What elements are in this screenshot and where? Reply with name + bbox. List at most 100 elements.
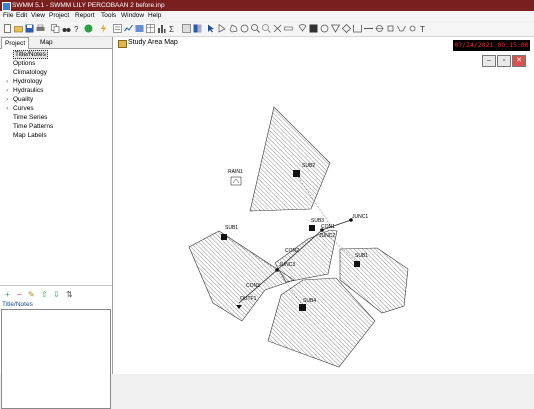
zoom-in-icon[interactable] bbox=[251, 24, 260, 33]
copy-icon[interactable] bbox=[51, 24, 60, 33]
map-canvas[interactable]: RAIN1 SUB2 SUB1 SUB3 SUB4 SUB1 JUNC1 JUN… bbox=[113, 67, 534, 374]
label-icon[interactable]: T bbox=[419, 24, 428, 33]
map-window-title-bar[interactable]: Study Area Map 07/24/2021 00:15:00 – ▫ ✕ bbox=[113, 37, 534, 67]
tree-item-options[interactable]: Options bbox=[6, 59, 35, 68]
label-sub1-right: SUB1 bbox=[355, 253, 368, 259]
app-title-bar[interactable]: SWMM 5.1 - SWMM LILY PERCOBAAN 2 before.… bbox=[0, 0, 534, 11]
move-up-icon[interactable]: ⇧ bbox=[41, 289, 48, 301]
subcatchment-sub4-marker[interactable] bbox=[299, 304, 306, 311]
select-pointer-icon[interactable] bbox=[207, 24, 216, 33]
select-vertex-icon[interactable] bbox=[218, 24, 227, 33]
label-con1: CON1 bbox=[321, 224, 335, 230]
maximize-button[interactable]: ▫ bbox=[497, 55, 511, 67]
expand-chevron-icon[interactable]: › bbox=[6, 104, 13, 113]
menu-bar: File Edit View Project Report Tools Wind… bbox=[0, 11, 534, 21]
junction-junc3-node[interactable] bbox=[275, 268, 279, 272]
lightning-icon[interactable] bbox=[99, 24, 108, 33]
outfall-icon[interactable] bbox=[331, 24, 340, 33]
tree-item-hydraulics[interactable]: › Hydraulics bbox=[6, 86, 43, 95]
menu-help[interactable]: Help bbox=[148, 11, 161, 21]
tree-item-label: Time Series bbox=[13, 114, 48, 121]
expand-chevron-icon[interactable]: › bbox=[6, 86, 13, 95]
subcatchment-sub2-area[interactable] bbox=[249, 106, 331, 212]
map-window-icon bbox=[118, 40, 127, 48]
junction-icon[interactable] bbox=[320, 24, 329, 33]
zoom-out-icon[interactable] bbox=[262, 24, 271, 33]
tree-item-label: Title/Notes bbox=[13, 50, 48, 59]
profile-icon[interactable] bbox=[135, 24, 144, 33]
menu-view[interactable]: View bbox=[31, 11, 45, 21]
subcatchment-sub1-right-marker[interactable] bbox=[354, 261, 360, 267]
subcatchment-sub2-marker[interactable] bbox=[293, 170, 300, 177]
tree-item-time-patterns[interactable]: Time Patterns bbox=[6, 122, 53, 131]
report-icon[interactable] bbox=[113, 24, 122, 33]
sort-icon[interactable]: ⇅ bbox=[66, 289, 73, 301]
orifice-icon[interactable] bbox=[386, 24, 395, 33]
tab-project[interactable]: Project bbox=[1, 37, 30, 49]
map-window-title: Study Area Map bbox=[128, 39, 178, 46]
menu-edit[interactable]: Edit bbox=[16, 11, 27, 21]
storage-icon[interactable] bbox=[353, 24, 362, 33]
tree-item-climatology[interactable]: Climatology bbox=[6, 68, 47, 77]
outlet-icon[interactable] bbox=[408, 24, 417, 33]
maximize-icon: ▫ bbox=[502, 57, 506, 64]
menu-tools[interactable]: Tools bbox=[101, 11, 116, 21]
query-icon[interactable]: ? bbox=[73, 24, 82, 33]
measure-icon[interactable] bbox=[284, 24, 293, 33]
run-icon[interactable] bbox=[84, 24, 93, 33]
label-outf1: OUTF1 bbox=[240, 296, 257, 302]
bar-chart-icon[interactable] bbox=[157, 24, 166, 33]
edit-icon[interactable]: ✎ bbox=[28, 289, 35, 301]
app-title: SWMM 5.1 - SWMM LILY PERCOBAAN 2 before.… bbox=[12, 2, 165, 9]
tile-windows-icon[interactable] bbox=[193, 24, 202, 33]
tree-item-label: Hydrology bbox=[13, 78, 43, 85]
tree-item-label: Map Labels bbox=[13, 132, 47, 139]
divider-icon[interactable] bbox=[342, 24, 351, 33]
new-file-icon[interactable] bbox=[3, 24, 12, 33]
save-icon[interactable] bbox=[25, 24, 34, 33]
tree-item-hydrology[interactable]: › Hydrology bbox=[6, 77, 42, 86]
graph-icon[interactable] bbox=[124, 24, 133, 33]
statistics-icon[interactable]: Σ bbox=[168, 24, 177, 33]
weir-icon[interactable] bbox=[397, 24, 406, 33]
study-area-map[interactable]: RAIN1 SUB2 SUB1 SUB3 SUB4 SUB1 JUNC1 JUN… bbox=[113, 67, 534, 374]
menu-project[interactable]: Project bbox=[49, 11, 69, 21]
pan-icon[interactable] bbox=[240, 24, 249, 33]
tab-map[interactable]: Map bbox=[37, 37, 56, 48]
panel-divider[interactable] bbox=[0, 285, 112, 286]
simulation-clock: 07/24/2021 00:15:00 bbox=[453, 40, 530, 51]
pump-icon[interactable] bbox=[375, 24, 384, 33]
tree-item-label: Time Patterns bbox=[13, 123, 54, 130]
options-icon[interactable] bbox=[182, 24, 191, 33]
minimize-button[interactable]: – bbox=[482, 55, 496, 67]
open-folder-icon[interactable] bbox=[14, 24, 23, 33]
conduit-icon[interactable] bbox=[364, 24, 373, 33]
menu-file[interactable]: File bbox=[3, 11, 13, 21]
print-icon[interactable] bbox=[36, 24, 45, 33]
menu-report[interactable]: Report bbox=[75, 11, 95, 21]
subcatchment-icon[interactable] bbox=[309, 24, 318, 33]
rain-gage-icon[interactable] bbox=[298, 24, 307, 33]
notes-box[interactable] bbox=[1, 309, 111, 409]
expand-chevron-icon[interactable]: › bbox=[6, 77, 13, 86]
subcatchment-sub3-marker[interactable] bbox=[309, 225, 315, 231]
tree-item-title-notes[interactable]: Title/Notes bbox=[6, 50, 48, 59]
find-icon[interactable] bbox=[62, 24, 71, 33]
menu-window[interactable]: Window bbox=[121, 11, 144, 21]
rain-gage-rain1[interactable] bbox=[230, 176, 242, 186]
tree-item-time-series[interactable]: Time Series bbox=[6, 113, 47, 122]
tree-item-map-labels[interactable]: Map Labels bbox=[6, 131, 47, 140]
close-icon: ✕ bbox=[516, 57, 522, 64]
move-down-icon[interactable]: ⇩ bbox=[53, 289, 60, 301]
tree-item-curves[interactable]: › Curves bbox=[6, 104, 34, 113]
expand-chevron-icon[interactable]: › bbox=[6, 95, 13, 104]
close-button[interactable]: ✕ bbox=[512, 55, 526, 67]
full-extent-icon[interactable] bbox=[273, 24, 282, 33]
tree-item-quality[interactable]: › Quality bbox=[6, 95, 33, 104]
add-icon[interactable]: + bbox=[5, 289, 10, 301]
table-icon[interactable] bbox=[146, 24, 155, 33]
select-region-icon[interactable] bbox=[229, 24, 238, 33]
label-junc2: JUNC2 bbox=[319, 233, 335, 239]
subcatchment-sub1-left-marker[interactable] bbox=[221, 234, 227, 240]
delete-icon[interactable]: – bbox=[17, 289, 21, 301]
